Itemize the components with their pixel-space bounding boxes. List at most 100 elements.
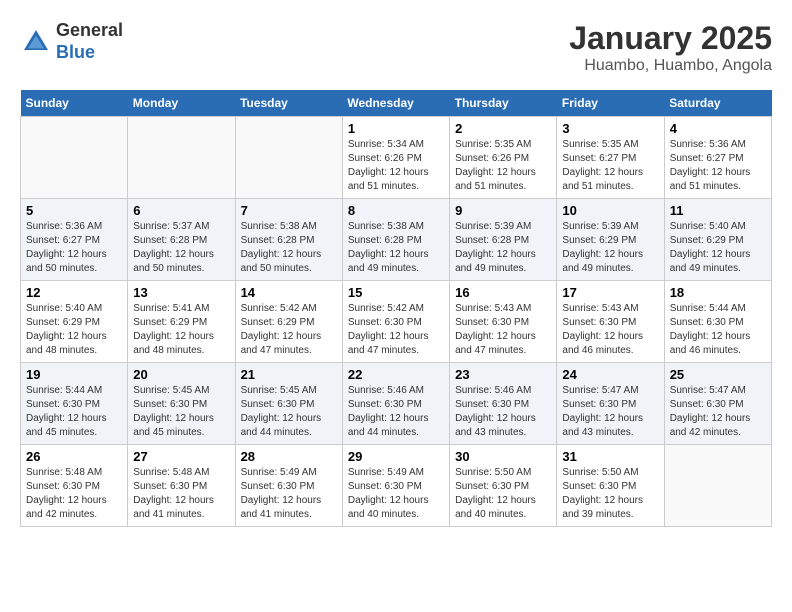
day-number: 12 bbox=[26, 285, 122, 300]
day-info: Sunrise: 5:37 AM Sunset: 6:28 PM Dayligh… bbox=[133, 220, 229, 276]
calendar-cell: 24 Sunrise: 5:47 AM Sunset: 6:30 PM Dayli… bbox=[557, 363, 664, 445]
day-info: Sunrise: 5:40 AM Sunset: 6:29 PM Dayligh… bbox=[26, 302, 122, 358]
day-number: 9 bbox=[455, 203, 551, 218]
title-block: January 2025 Huambo, Huambo, Angola bbox=[569, 20, 772, 75]
calendar-cell: 16Sunrise: 5:43 AM Sunset: 6:30 PM Dayli… bbox=[450, 281, 557, 363]
day-info: Sunrise: 5:44 AM Sunset: 6:30 PM Dayligh… bbox=[670, 302, 766, 358]
day-info: Sunrise: 5:49 AM Sunset: 6:30 PM Dayligh… bbox=[241, 466, 337, 522]
day-number: 10 bbox=[562, 203, 658, 218]
day-info: Sunrise: 5:42 AM Sunset: 6:30 PM Dayligh… bbox=[348, 302, 444, 358]
day-info: Sunrise: 5:50 AM Sunset: 6:30 PM Dayligh… bbox=[562, 466, 658, 522]
day-info: Sunrise: 5:41 AM Sunset: 6:29 PM Dayligh… bbox=[133, 302, 229, 358]
calendar-cell: 31 Sunrise: 5:50 AM Sunset: 6:30 PM Dayli… bbox=[557, 445, 664, 527]
calendar-cell: 27Sunrise: 5:48 AM Sunset: 6:30 PM Dayli… bbox=[128, 445, 235, 527]
calendar-cell: 20 Sunrise: 5:45 AM Sunset: 6:30 PM Dayli… bbox=[128, 363, 235, 445]
day-info: Sunrise: 5:35 AM Sunset: 6:27 PM Dayligh… bbox=[562, 138, 658, 194]
header-sunday: Sunday bbox=[21, 90, 128, 117]
calendar-cell: 6 Sunrise: 5:37 AM Sunset: 6:28 PM Daylig… bbox=[128, 199, 235, 281]
calendar-cell: 28 Sunrise: 5:49 AM Sunset: 6:30 PM Dayli… bbox=[235, 445, 342, 527]
calendar-cell bbox=[664, 445, 771, 527]
header-wednesday: Wednesday bbox=[342, 90, 449, 117]
day-number: 26 bbox=[26, 449, 122, 464]
day-info: Sunrise: 5:35 AM Sunset: 6:26 PM Dayligh… bbox=[455, 138, 551, 194]
calendar-cell: 15 Sunrise: 5:42 AM Sunset: 6:30 PM Dayli… bbox=[342, 281, 449, 363]
day-number: 2 bbox=[455, 121, 551, 136]
day-number: 27 bbox=[133, 449, 229, 464]
calendar-cell: 30 Sunrise: 5:50 AM Sunset: 6:30 PM Dayli… bbox=[450, 445, 557, 527]
calendar-cell: 22 Sunrise: 5:46 AM Sunset: 6:30 PM Dayli… bbox=[342, 363, 449, 445]
day-info: Sunrise: 5:42 AM Sunset: 6:29 PM Dayligh… bbox=[241, 302, 337, 358]
calendar-cell: 12 Sunrise: 5:40 AM Sunset: 6:29 PM Dayli… bbox=[21, 281, 128, 363]
day-number: 15 bbox=[348, 285, 444, 300]
header-friday: Friday bbox=[557, 90, 664, 117]
day-number: 11 bbox=[670, 203, 766, 218]
calendar-cell: 21 Sunrise: 5:45 AM Sunset: 6:30 PM Dayli… bbox=[235, 363, 342, 445]
calendar-week-3: 12 Sunrise: 5:40 AM Sunset: 6:29 PM Dayli… bbox=[21, 281, 772, 363]
day-info: Sunrise: 5:44 AM Sunset: 6:30 PM Dayligh… bbox=[26, 384, 122, 440]
calendar-cell: 14 Sunrise: 5:42 AM Sunset: 6:29 PM Dayli… bbox=[235, 281, 342, 363]
calendar-cell: 17 Sunrise: 5:43 AM Sunset: 6:30 PM Dayli… bbox=[557, 281, 664, 363]
day-info: Sunrise: 5:39 AM Sunset: 6:28 PM Dayligh… bbox=[455, 220, 551, 276]
day-info: Sunrise: 5:48 AM Sunset: 6:30 PM Dayligh… bbox=[26, 466, 122, 522]
day-number: 18 bbox=[670, 285, 766, 300]
day-info: Sunrise: 5:34 AM Sunset: 6:26 PM Dayligh… bbox=[348, 138, 444, 194]
calendar-cell: 5Sunrise: 5:36 AM Sunset: 6:27 PM Daylig… bbox=[21, 199, 128, 281]
day-info: Sunrise: 5:49 AM Sunset: 6:30 PM Dayligh… bbox=[348, 466, 444, 522]
day-info: Sunrise: 5:40 AM Sunset: 6:29 PM Dayligh… bbox=[670, 220, 766, 276]
calendar-cell: 10 Sunrise: 5:39 AM Sunset: 6:29 PM Dayli… bbox=[557, 199, 664, 281]
day-info: Sunrise: 5:43 AM Sunset: 6:30 PM Dayligh… bbox=[562, 302, 658, 358]
day-info: Sunrise: 5:47 AM Sunset: 6:30 PM Dayligh… bbox=[670, 384, 766, 440]
day-info: Sunrise: 5:45 AM Sunset: 6:30 PM Dayligh… bbox=[133, 384, 229, 440]
month-title: January 2025 bbox=[569, 20, 772, 57]
calendar-week-2: 5Sunrise: 5:36 AM Sunset: 6:27 PM Daylig… bbox=[21, 199, 772, 281]
day-number: 14 bbox=[241, 285, 337, 300]
calendar-cell: 11 Sunrise: 5:40 AM Sunset: 6:29 PM Dayli… bbox=[664, 199, 771, 281]
day-number: 24 bbox=[562, 367, 658, 382]
day-info: Sunrise: 5:45 AM Sunset: 6:30 PM Dayligh… bbox=[241, 384, 337, 440]
logo: General Blue bbox=[20, 20, 123, 63]
day-info: Sunrise: 5:39 AM Sunset: 6:29 PM Dayligh… bbox=[562, 220, 658, 276]
calendar-cell: 1Sunrise: 5:34 AM Sunset: 6:26 PM Daylig… bbox=[342, 117, 449, 199]
day-info: Sunrise: 5:36 AM Sunset: 6:27 PM Dayligh… bbox=[26, 220, 122, 276]
calendar-cell: 18 Sunrise: 5:44 AM Sunset: 6:30 PM Dayli… bbox=[664, 281, 771, 363]
day-number: 19 bbox=[26, 367, 122, 382]
day-number: 4 bbox=[670, 121, 766, 136]
header-tuesday: Tuesday bbox=[235, 90, 342, 117]
day-number: 31 bbox=[562, 449, 658, 464]
calendar-cell: 7 Sunrise: 5:38 AM Sunset: 6:28 PM Daylig… bbox=[235, 199, 342, 281]
day-number: 17 bbox=[562, 285, 658, 300]
day-number: 21 bbox=[241, 367, 337, 382]
header-thursday: Thursday bbox=[450, 90, 557, 117]
page-header: General Blue January 2025 Huambo, Huambo… bbox=[20, 20, 772, 75]
day-info: Sunrise: 5:50 AM Sunset: 6:30 PM Dayligh… bbox=[455, 466, 551, 522]
day-number: 7 bbox=[241, 203, 337, 218]
calendar-cell: 25Sunrise: 5:47 AM Sunset: 6:30 PM Dayli… bbox=[664, 363, 771, 445]
day-info: Sunrise: 5:36 AM Sunset: 6:27 PM Dayligh… bbox=[670, 138, 766, 194]
calendar-week-5: 26 Sunrise: 5:48 AM Sunset: 6:30 PM Dayli… bbox=[21, 445, 772, 527]
logo-icon bbox=[20, 26, 52, 58]
day-number: 8 bbox=[348, 203, 444, 218]
day-info: Sunrise: 5:46 AM Sunset: 6:30 PM Dayligh… bbox=[455, 384, 551, 440]
day-number: 28 bbox=[241, 449, 337, 464]
day-info: Sunrise: 5:47 AM Sunset: 6:30 PM Dayligh… bbox=[562, 384, 658, 440]
location-subtitle: Huambo, Huambo, Angola bbox=[569, 57, 772, 75]
calendar-cell: 23 Sunrise: 5:46 AM Sunset: 6:30 PM Dayli… bbox=[450, 363, 557, 445]
calendar-table: Sunday Monday Tuesday Wednesday Thursday… bbox=[20, 90, 772, 527]
day-number: 29 bbox=[348, 449, 444, 464]
day-number: 20 bbox=[133, 367, 229, 382]
calendar-cell: 3Sunrise: 5:35 AM Sunset: 6:27 PM Daylig… bbox=[557, 117, 664, 199]
calendar-cell: 9 Sunrise: 5:39 AM Sunset: 6:28 PM Daylig… bbox=[450, 199, 557, 281]
day-info: Sunrise: 5:46 AM Sunset: 6:30 PM Dayligh… bbox=[348, 384, 444, 440]
day-number: 23 bbox=[455, 367, 551, 382]
calendar-cell: 2 Sunrise: 5:35 AM Sunset: 6:26 PM Daylig… bbox=[450, 117, 557, 199]
header-saturday: Saturday bbox=[664, 90, 771, 117]
calendar-cell bbox=[21, 117, 128, 199]
calendar-cell: 29 Sunrise: 5:49 AM Sunset: 6:30 PM Dayli… bbox=[342, 445, 449, 527]
day-number: 30 bbox=[455, 449, 551, 464]
logo-text: General Blue bbox=[56, 20, 123, 63]
calendar-cell: 4 Sunrise: 5:36 AM Sunset: 6:27 PM Daylig… bbox=[664, 117, 771, 199]
day-number: 22 bbox=[348, 367, 444, 382]
day-number: 6 bbox=[133, 203, 229, 218]
header-monday: Monday bbox=[128, 90, 235, 117]
day-info: Sunrise: 5:38 AM Sunset: 6:28 PM Dayligh… bbox=[241, 220, 337, 276]
